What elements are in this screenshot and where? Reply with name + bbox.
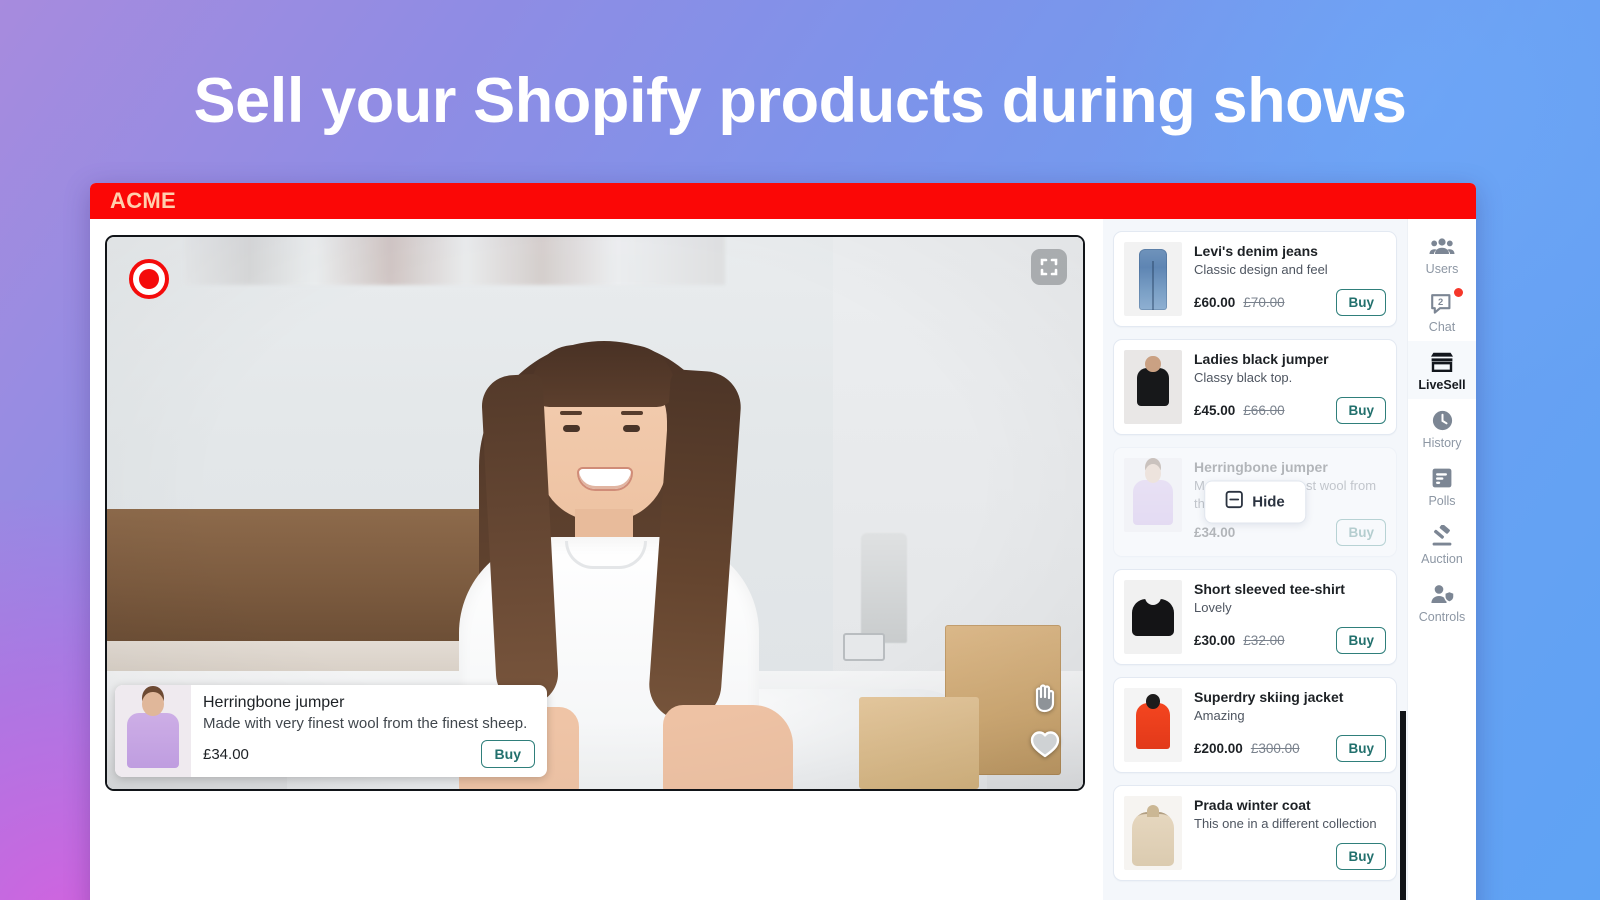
video-stage-column: Herringbone jumper Made with very finest… (90, 219, 1103, 900)
product-price: £45.00 (1194, 403, 1236, 418)
product-name: Levi's denim jeans (1194, 243, 1318, 259)
hide-button-label: Hide (1252, 493, 1285, 511)
featured-product-overlay-card[interactable]: Herringbone jumper Made with very finest… (115, 685, 547, 777)
herringbone-jumper-thumbnail (115, 685, 191, 777)
product-name: Ladies black jumper (1194, 351, 1329, 367)
product-name: Herringbone jumper (1194, 459, 1328, 475)
product-card[interactable]: Short sleeved tee-shirt Lovely £30.00 £3… (1113, 569, 1397, 665)
product-buy-button[interactable]: Buy (1336, 843, 1386, 870)
promo-banner: Sell your Shopify products during shows … (0, 0, 1600, 900)
sidebar-nav-rail: Users 2 Chat LiveSell History Polls Auct… (1407, 219, 1476, 900)
product-price: £60.00 (1194, 295, 1236, 310)
brand-logo: ACME (110, 188, 176, 213)
product-card[interactable]: Superdry skiing jacket Amazing £200.00 £… (1113, 677, 1397, 773)
sidebar-item-polls[interactable]: Polls (1408, 457, 1476, 515)
product-buy-button[interactable]: Buy (1336, 519, 1386, 546)
poll-icon (1408, 466, 1476, 490)
product-price: £30.00 (1194, 633, 1236, 648)
video-reaction-actions (1029, 681, 1061, 759)
black-jumper-thumbnail (1124, 350, 1182, 424)
video-player[interactable]: Herringbone jumper Made with very finest… (105, 235, 1085, 791)
store-icon (1408, 350, 1476, 374)
product-list: Levi's denim jeans Classic design and fe… (1113, 231, 1397, 881)
product-list-scrollbar[interactable] (1400, 711, 1406, 900)
herringbone-jumper-thumbnail (1124, 458, 1182, 532)
hide-product-button[interactable]: Hide (1204, 480, 1306, 524)
product-compare-price: £300.00 (1250, 741, 1300, 756)
sidebar-item-controls[interactable]: Controls (1408, 573, 1476, 631)
featured-product-buy-button[interactable]: Buy (480, 740, 535, 768)
sidebar-item-label: History (1422, 436, 1462, 450)
product-price: £200.00 (1194, 741, 1243, 756)
sidebar-item-livesell[interactable]: LiveSell (1408, 341, 1476, 399)
product-buy-button[interactable]: Buy (1336, 397, 1386, 424)
featured-product-name: Herringbone jumper (203, 694, 345, 711)
product-description: Classy black top. (1194, 370, 1293, 385)
chat-icon: 2 (1408, 292, 1476, 316)
featured-product-price-row: £34.00 Buy (203, 740, 535, 768)
product-card[interactable]: Levi's denim jeans Classic design and fe… (1113, 231, 1397, 327)
product-card[interactable]: Ladies black jumper Classy black top. £4… (1113, 339, 1397, 435)
product-buy-button[interactable]: Buy (1336, 289, 1386, 316)
record-indicator-icon[interactable] (129, 259, 169, 299)
product-description: This one in a different collection (1194, 816, 1377, 831)
jeans-thumbnail (1124, 242, 1182, 316)
raise-hand-icon[interactable] (1030, 681, 1060, 713)
product-name: Short sleeved tee-shirt (1194, 581, 1345, 597)
product-buy-button[interactable]: Buy (1336, 627, 1386, 654)
product-description: Lovely (1194, 600, 1232, 615)
clock-icon (1408, 408, 1476, 432)
app-window: ACME Herringbone jumper Made with very f… (90, 183, 1476, 900)
minus-square-icon (1225, 490, 1243, 514)
svg-text:2: 2 (1437, 296, 1442, 307)
featured-product-price: £34.00 (203, 745, 249, 763)
sidebar-item-label: Auction (1421, 552, 1463, 566)
product-description: Amazing (1194, 708, 1245, 723)
sidebar-item-label: Polls (1428, 494, 1456, 508)
gavel-icon (1408, 524, 1476, 548)
sidebar-item-history[interactable]: History (1408, 399, 1476, 457)
sidebar-item-label: Controls (1418, 610, 1466, 624)
featured-product-description: Made with very finest wool from the fine… (203, 715, 528, 732)
product-description: Classic design and feel (1194, 262, 1328, 277)
product-buy-button[interactable]: Buy (1336, 735, 1386, 762)
product-compare-price: £66.00 (1243, 403, 1285, 418)
product-name: Superdry skiing jacket (1194, 689, 1344, 705)
heart-icon[interactable] (1029, 729, 1061, 759)
app-body: Herringbone jumper Made with very finest… (90, 219, 1476, 900)
fullscreen-icon[interactable] (1031, 249, 1067, 285)
winter-coat-thumbnail (1124, 796, 1182, 870)
chat-unread-badge (1454, 288, 1463, 297)
ski-jacket-thumbnail (1124, 688, 1182, 762)
product-compare-price: £32.00 (1243, 633, 1285, 648)
product-price: £34.00 (1194, 525, 1236, 540)
featured-product-body: Herringbone jumper Made with very finest… (191, 685, 547, 777)
sidebar-item-auction[interactable]: Auction (1408, 515, 1476, 573)
sidebar-item-chat[interactable]: 2 Chat (1408, 283, 1476, 341)
app-topbar: ACME (90, 183, 1476, 219)
page-title: Sell your Shopify products during shows (193, 66, 1407, 136)
product-compare-price: £70.00 (1243, 295, 1285, 310)
product-card[interactable]: Prada winter coat This one in a differen… (1113, 785, 1397, 881)
sidebar-item-label: Users (1425, 262, 1459, 276)
tee-shirt-thumbnail (1124, 580, 1182, 654)
users-icon (1408, 234, 1476, 258)
controls-icon (1408, 582, 1476, 606)
product-list-panel: Levi's denim jeans Classic design and fe… (1103, 219, 1407, 900)
sidebar-item-label: LiveSell (1418, 378, 1466, 392)
sidebar-item-users[interactable]: Users (1408, 225, 1476, 283)
product-name: Prada winter coat (1194, 797, 1311, 813)
product-card-hidden-wrapper: Herringbone jumper Made with very finest… (1113, 447, 1397, 557)
sidebar-item-label: Chat (1428, 320, 1456, 334)
